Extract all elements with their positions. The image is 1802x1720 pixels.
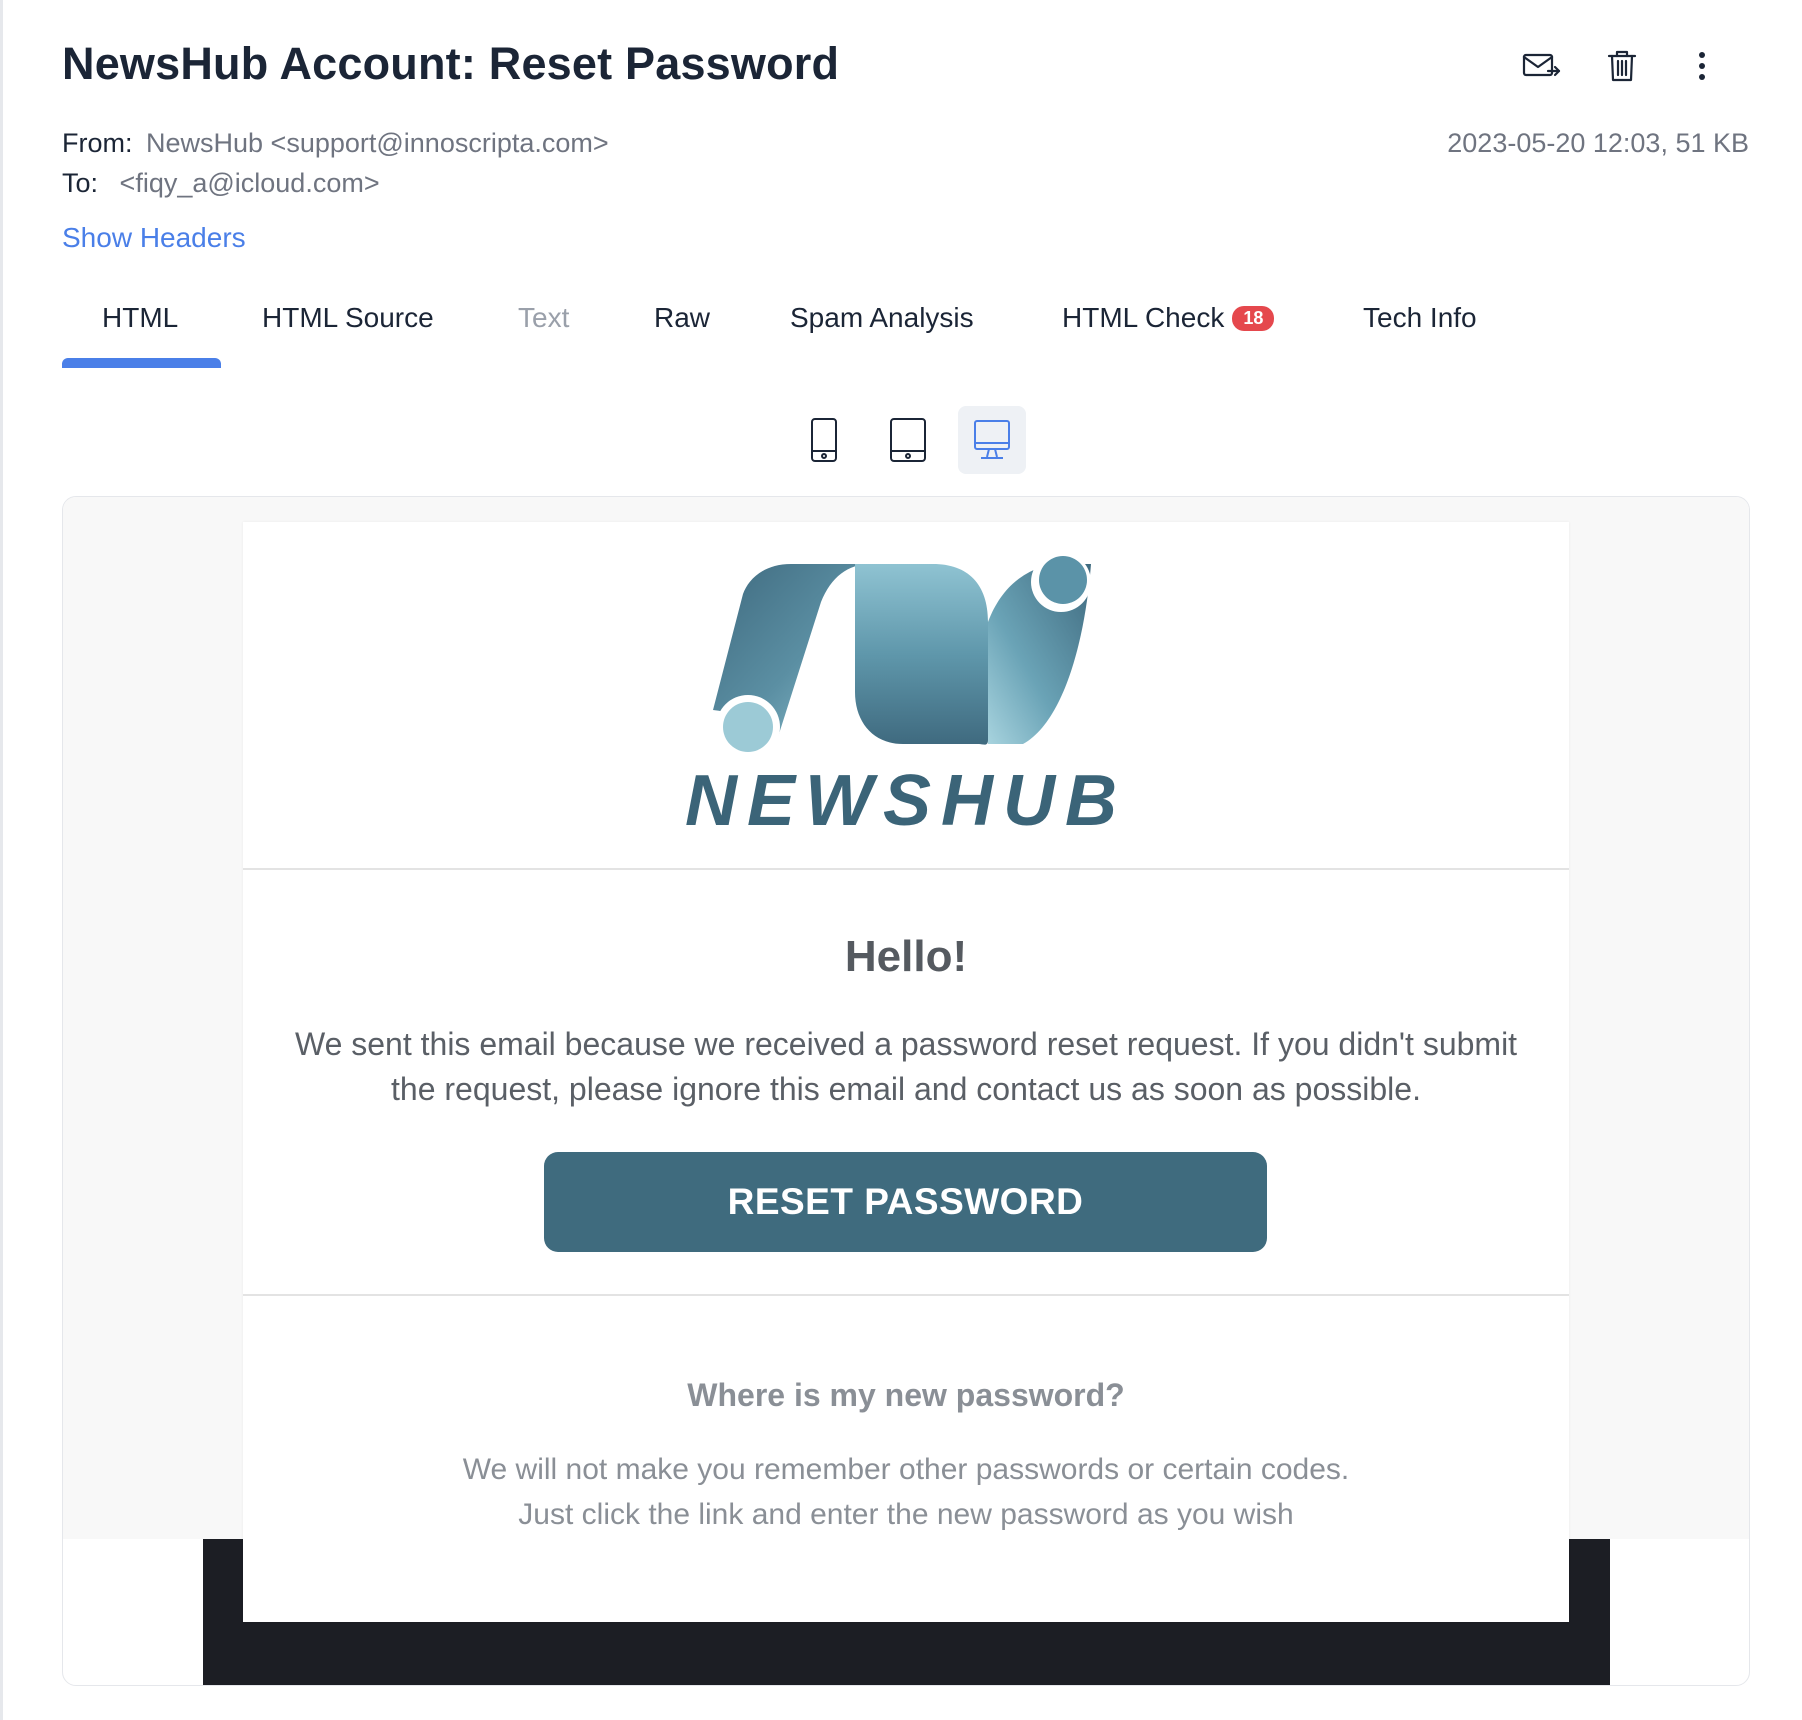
to-value: <fiqy_a@icloud.com> (119, 168, 380, 198)
tab-html-check[interactable]: HTML Check 18 (1062, 290, 1275, 368)
reset-explanation: We sent this email because we received a… (294, 1026, 1518, 1107)
envelope-forward-icon (1522, 53, 1561, 77)
brand-name: NEWSHUB (685, 761, 1127, 841)
more-options-button[interactable] (1680, 44, 1724, 88)
trash-icon (1607, 50, 1637, 82)
html-check-badge: 18 (1232, 306, 1275, 331)
faq-title: Where is my new password? (687, 1377, 1125, 1413)
vertical-ellipsis-icon (1699, 52, 1705, 80)
greeting: Hello! (844, 932, 968, 981)
to-row: To: <fiqy_a@icloud.com> (62, 168, 380, 199)
show-headers-link[interactable]: Show Headers (62, 222, 246, 254)
active-tab-indicator (62, 358, 221, 368)
desktop-view-button[interactable] (958, 406, 1026, 474)
device-switcher (790, 406, 1030, 476)
delete-button[interactable] (1600, 44, 1644, 88)
faq-text: We will not make you remember other pass… (283, 1447, 1529, 1537)
date-size: 2023-05-20 12:03, 51 KB (1447, 128, 1749, 158)
view-tabs: HTML HTML Source Text Raw Spam Analysis … (62, 290, 1562, 368)
email-body-card: NEWSHUB Hello! We sent this email becaus… (243, 522, 1569, 1622)
tab-tech-info[interactable]: Tech Info (1363, 290, 1477, 368)
mobile-icon (811, 418, 837, 462)
faq-line-2: Just click the link and enter the new pa… (518, 1498, 1294, 1531)
tab-html[interactable]: HTML (102, 290, 178, 368)
tab-spam-analysis[interactable]: Spam Analysis (790, 290, 974, 368)
tablet-icon (890, 418, 926, 462)
to-label: To: (62, 168, 99, 198)
tablet-view-button[interactable] (874, 406, 942, 474)
email-subject: NewsHub Account: Reset Password (62, 38, 840, 89)
left-edge (0, 0, 3, 1720)
mobile-view-button[interactable] (790, 406, 858, 474)
from-label: From: (62, 128, 133, 158)
section-divider (243, 1294, 1569, 1296)
reset-password-button[interactable]: RESET PASSWORD (544, 1152, 1267, 1252)
logo-divider (243, 868, 1569, 870)
email-preview-frame: NEWSHUB Hello! We sent this email becaus… (62, 496, 1750, 1686)
tab-html-check-label: HTML Check (1062, 302, 1225, 333)
desktop-icon (974, 420, 1010, 459)
forward-button[interactable] (1520, 44, 1564, 88)
from-value: NewsHub <support@innoscripta.com> (146, 128, 609, 158)
from-row: From: NewsHub <support@innoscripta.com> (62, 128, 609, 159)
newshub-logo: NEWSHUB (243, 522, 1569, 868)
message-actions (1520, 44, 1720, 88)
tab-html-source[interactable]: HTML Source (262, 290, 434, 368)
faq-line-1: We will not make you remember other pass… (462, 1453, 1350, 1486)
tab-raw[interactable]: Raw (654, 290, 710, 368)
tab-text[interactable]: Text (518, 290, 569, 368)
